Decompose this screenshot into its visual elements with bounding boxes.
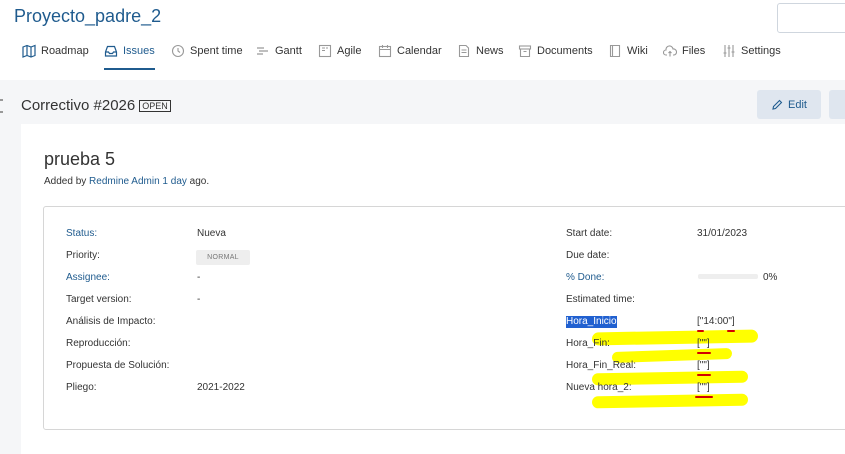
- project-menu: / Roadmap Issues Spent time Gantt Agile …: [0, 44, 845, 74]
- estimated-time-label: Estimated time:: [566, 294, 635, 305]
- reproduccion-label: Reproducción:: [66, 338, 131, 349]
- pliego-label: Pliego:: [66, 382, 97, 393]
- tab-files[interactable]: Files: [663, 44, 705, 74]
- edit-button-label: Edit: [788, 98, 807, 111]
- hora-inicio-label: Hora_Inicio: [566, 316, 617, 328]
- calendar-icon: [378, 45, 392, 58]
- added-by-prefix: Added by: [44, 176, 87, 187]
- issue-header: Correctivo #2026 OPEN Edit: [0, 80, 845, 124]
- issue-attributes: Status: Nueva Priority: NORMAL Assignee:…: [43, 206, 845, 430]
- board-icon: [318, 44, 332, 58]
- percent-done-value: 0%: [763, 272, 778, 283]
- hora-fin-real-label: Hora_Fin_Real:: [566, 360, 637, 371]
- target-version-value: -: [197, 294, 201, 305]
- tab-documents[interactable]: Documents: [518, 44, 593, 74]
- tab-label: Spent time: [190, 45, 243, 57]
- tab-agile[interactable]: Agile: [318, 44, 361, 74]
- highlight-mark: [591, 393, 749, 409]
- issue-tracker-id: Correctivo #2026: [21, 97, 136, 114]
- inbox-icon: [104, 45, 118, 57]
- target-version-label: Target version:: [66, 294, 132, 305]
- status-badge: OPEN: [139, 100, 171, 112]
- nueva-hora-2-label: Nueva hora_2:: [566, 382, 632, 393]
- top-bar: Proyecto_padre_2 / Roadmap Issues Spent …: [0, 0, 845, 80]
- tab-label: Gantt: [275, 45, 302, 57]
- analisis-impacto-label: Análisis de Impacto:: [66, 316, 156, 327]
- assignee-value: -: [197, 272, 201, 283]
- tab-roadmap[interactable]: Roadmap: [22, 44, 89, 74]
- percent-done-label[interactable]: % Done:: [566, 272, 604, 284]
- issue-card: prueba 5 Added by Redmine Admin 1 day ag…: [21, 124, 845, 454]
- tab-label: Calendar: [397, 45, 442, 57]
- underline-mark: [697, 352, 711, 354]
- gantt-icon: [257, 47, 268, 55]
- tab-label: Files: [682, 45, 706, 57]
- hora-inicio-value: ["14:00"]: [697, 316, 735, 327]
- added-by-suffix: ago.: [189, 176, 210, 187]
- underline-mark: [697, 374, 711, 376]
- news-icon: [458, 44, 470, 58]
- sidebar-toggle-icon[interactable]: [0, 99, 3, 113]
- tab-label: Documents: [537, 45, 593, 57]
- author-link[interactable]: Redmine Admin: [89, 176, 160, 187]
- underline-mark: [695, 396, 713, 398]
- due-date-label: Due date:: [566, 250, 610, 261]
- tab-wiki[interactable]: Wiki: [608, 44, 648, 74]
- tab-label: Roadmap: [41, 45, 89, 57]
- clock-icon: [171, 44, 185, 58]
- added-by: Added by Redmine Admin 1 day ago.: [44, 176, 209, 187]
- assignee-label[interactable]: Assignee:: [66, 272, 110, 284]
- priority-label: Priority:: [66, 250, 100, 261]
- sliders-icon: [723, 45, 735, 57]
- tab-gantt[interactable]: Gantt: [256, 44, 302, 74]
- project-title[interactable]: Proyecto_padre_2: [14, 6, 161, 27]
- tab-label: Agile: [337, 45, 362, 57]
- search-input[interactable]: [777, 3, 845, 33]
- status-label[interactable]: Status:: [66, 228, 97, 240]
- issue-subject: prueba 5: [44, 149, 116, 169]
- nueva-hora-2-value: [""]: [697, 382, 710, 393]
- tab-label: Settings: [741, 45, 781, 57]
- tab-label: Wiki: [627, 45, 648, 57]
- start-date-value: 31/01/2023: [697, 228, 748, 239]
- status-value: Nueva: [197, 228, 226, 239]
- priority-badge: NORMAL: [196, 250, 250, 265]
- underline-mark: [697, 330, 704, 332]
- tab-label: Issues: [123, 45, 155, 57]
- hora-fin-label: Hora_Fin:: [566, 338, 610, 349]
- tab-news[interactable]: News: [457, 44, 504, 74]
- issue-title: Correctivo #2026 OPEN: [21, 97, 171, 114]
- map-icon: [22, 44, 36, 58]
- edit-button[interactable]: Edit: [757, 90, 821, 119]
- tab-spent-time[interactable]: Spent time: [171, 44, 243, 74]
- more-actions-button[interactable]: [829, 90, 845, 119]
- progress-bar: [698, 274, 758, 279]
- tab-label: News: [476, 45, 504, 57]
- archive-icon: [518, 45, 532, 58]
- hora-fin-real-value: [""]: [697, 360, 710, 371]
- book-icon: [609, 44, 621, 58]
- underline-mark: [727, 330, 735, 332]
- age-link[interactable]: 1 day: [162, 176, 186, 187]
- hora-fin-value: [""]: [697, 338, 710, 349]
- pencil-icon: [772, 99, 783, 110]
- tab-calendar[interactable]: Calendar: [378, 44, 442, 74]
- start-date-label: Start date:: [566, 228, 613, 239]
- cloud-upload-icon: [663, 45, 677, 57]
- propuesta-solucion-label: Propuesta de Solución:: [66, 360, 170, 371]
- tab-settings[interactable]: Settings: [722, 44, 781, 74]
- tab-issues[interactable]: Issues: [104, 44, 155, 74]
- pliego-value: 2021-2022: [197, 382, 245, 393]
